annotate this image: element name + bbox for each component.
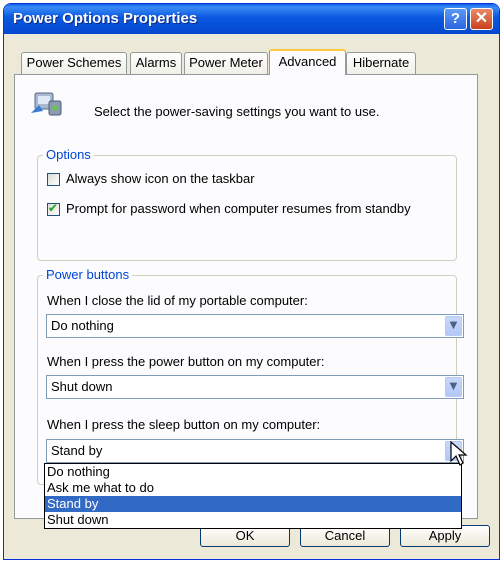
help-icon: ? bbox=[450, 10, 461, 27]
tab-power-schemes[interactable]: Power Schemes bbox=[21, 52, 127, 74]
tab-advanced[interactable]: Advanced bbox=[269, 49, 346, 75]
lid-action-value: Do nothing bbox=[51, 318, 114, 333]
mouse-cursor-icon bbox=[450, 440, 468, 472]
dropdown-option[interactable]: Do nothing bbox=[45, 464, 461, 480]
tab-alarms[interactable]: Alarms bbox=[130, 52, 182, 74]
lid-action-select[interactable]: Do nothing ▼ bbox=[46, 314, 464, 338]
options-group: Options Always show icon on the taskbar … bbox=[37, 147, 457, 261]
checkmark-icon: ✔ bbox=[48, 201, 59, 215]
dropdown-option-highlighted[interactable]: Stand by bbox=[45, 496, 461, 512]
title-bar[interactable]: Power Options Properties ? ✕ bbox=[4, 4, 499, 34]
show-icon-checkbox[interactable] bbox=[47, 173, 60, 186]
sleep-button-dropdown-list: Do nothing Ask me what to do Stand by Sh… bbox=[44, 463, 462, 529]
dropdown-option[interactable]: Shut down bbox=[45, 512, 461, 528]
power-button-action-value: Shut down bbox=[51, 379, 113, 394]
prompt-password-label[interactable]: Prompt for password when computer resume… bbox=[66, 201, 411, 216]
prompt-password-checkbox[interactable]: ✔ bbox=[47, 201, 60, 216]
sleep-button-action-value: Stand by bbox=[51, 443, 103, 458]
options-group-title: Options bbox=[43, 147, 94, 162]
dropdown-option[interactable]: Ask me what to do bbox=[45, 480, 461, 496]
tab-hibernate[interactable]: Hibernate bbox=[346, 52, 416, 74]
power-button-action-select[interactable]: Shut down ▼ bbox=[46, 375, 464, 399]
lid-label: When I close the lid of my portable comp… bbox=[47, 293, 308, 308]
description-text: Select the power-saving settings you wan… bbox=[94, 104, 380, 119]
power-settings-icon bbox=[29, 87, 65, 121]
help-button[interactable]: ? bbox=[444, 8, 467, 30]
window-title: Power Options Properties bbox=[13, 10, 198, 27]
close-icon: ✕ bbox=[474, 10, 489, 27]
power-button-label: When I press the power button on my comp… bbox=[47, 354, 325, 369]
power-buttons-group-title: Power buttons bbox=[43, 267, 133, 282]
show-icon-label[interactable]: Always show icon on the taskbar bbox=[66, 171, 255, 186]
sleep-button-label: When I press the sleep button on my comp… bbox=[47, 417, 321, 432]
tab-panel: Select the power-saving settings you wan… bbox=[14, 74, 478, 519]
close-button[interactable]: ✕ bbox=[470, 8, 493, 30]
chevron-down-icon[interactable]: ▼ bbox=[445, 316, 462, 336]
chevron-down-icon[interactable]: ▼ bbox=[445, 377, 462, 397]
sleep-button-action-select[interactable]: Stand by ▼ bbox=[46, 439, 464, 463]
tab-power-meter[interactable]: Power Meter bbox=[184, 52, 268, 74]
